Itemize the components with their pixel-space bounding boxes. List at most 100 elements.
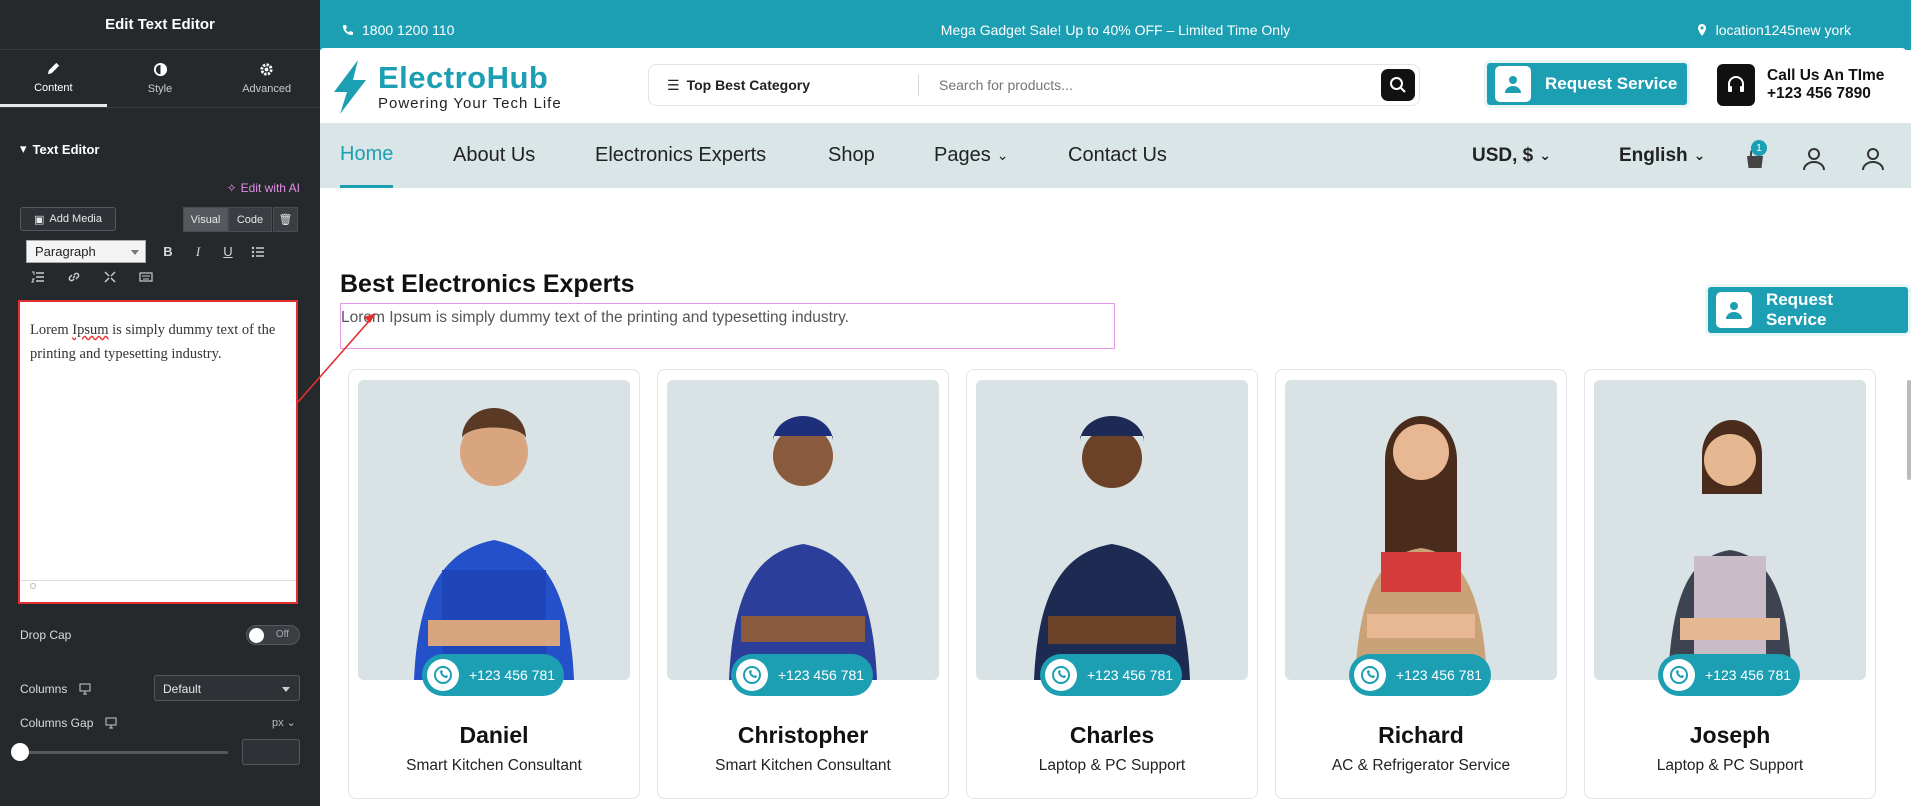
logo-brand: ElectroHub [378, 59, 549, 95]
columns-select[interactable]: Default [154, 675, 300, 701]
call-line-2: +123 456 7890 [1767, 85, 1871, 102]
language-select[interactable]: English ⌄ [1619, 123, 1705, 188]
desktop-icon[interactable] [105, 717, 117, 729]
call-info[interactable]: Call Us An TIme +123 456 7890 [1717, 64, 1884, 106]
category-label: Top Best Category [686, 77, 810, 93]
topbar-location: location1245new york [1696, 22, 1851, 38]
request-service-label: Request Service [1545, 74, 1678, 93]
lightning-icon [334, 60, 366, 114]
nav-shop[interactable]: Shop [828, 123, 875, 188]
caret-down-icon: ▾ [20, 141, 27, 156]
bold-icon[interactable]: B [160, 244, 176, 260]
account-icon[interactable] [1860, 146, 1886, 172]
nav-contact-us[interactable]: Contact Us [1068, 123, 1167, 188]
main-nav: Home About Us Electronics Experts Shop P… [320, 123, 1911, 188]
expert-card[interactable]: +123 456 781 Daniel Smart Kitchen Consul… [348, 369, 640, 799]
pencil-icon [47, 62, 59, 74]
expert-role: Laptop & PC Support [1038, 757, 1186, 774]
expert-phone: +123 456 781 [469, 667, 556, 683]
site-header: ElectroHub Powering Your Tech Life ☰ Top… [320, 48, 1906, 123]
trash-icon[interactable]: 🗑 [273, 207, 298, 232]
expert-role: Smart Kitchen Consultant [715, 757, 891, 774]
page-scrollbar[interactable] [1907, 380, 1911, 480]
expert-role: Laptop & PC Support [1656, 757, 1804, 774]
top-bar: 1800 1200 110 Mega Gadget Sale! Up to 40… [320, 0, 1911, 50]
text-editor-area[interactable]: Lorem Ipsum is simply dummy text of the … [18, 300, 298, 604]
request-service-label: Request Service [1765, 290, 1834, 329]
search-input[interactable] [919, 77, 1381, 93]
format-select[interactable]: Paragraph [26, 240, 146, 263]
expert-card[interactable]: +123 456 781 Christopher Smart Kitchen C… [657, 369, 949, 799]
call-line-1: Call Us An TIme [1767, 67, 1885, 84]
keyboard-icon[interactable] [138, 269, 154, 285]
drop-cap-label: Drop Cap [20, 628, 72, 642]
code-tab[interactable]: Code [228, 207, 272, 232]
user-icon [1716, 292, 1752, 328]
slider-handle[interactable] [11, 743, 29, 761]
contrast-icon [153, 62, 167, 77]
columns-gap-label: Columns Gap [20, 716, 94, 730]
request-service-button[interactable]: Request Service [1484, 60, 1691, 108]
nav-home[interactable]: Home [340, 123, 394, 188]
edit-with-ai-link[interactable]: ✧ Edit with AI [227, 181, 300, 195]
section-description[interactable]: Lorem Ipsum is simply dummy text of the … [340, 303, 1115, 349]
whatsapp-button[interactable]: +123 456 781 [1658, 654, 1800, 696]
whatsapp-icon [1354, 659, 1386, 691]
expert-photo [1285, 380, 1557, 680]
add-media-button[interactable]: ▣ Add Media [20, 207, 116, 231]
panel-tabs: Content Style Advanced [0, 50, 320, 108]
expert-photo [976, 380, 1248, 680]
drop-cap-toggle[interactable]: Off [246, 625, 300, 645]
topbar-location-text: location1245new york [1715, 22, 1851, 38]
unit-select[interactable]: px ⌄ [272, 716, 296, 729]
chevron-down-icon: ⌄ [996, 147, 1009, 163]
columns-gap-input[interactable] [242, 739, 300, 765]
whatsapp-button[interactable]: +123 456 781 [422, 654, 564, 696]
whatsapp-button[interactable]: +123 456 781 [1349, 654, 1491, 696]
whatsapp-icon [1663, 659, 1695, 691]
expert-card[interactable]: +123 456 781 Charles Laptop & PC Support [966, 369, 1258, 799]
tab-content[interactable]: Content [0, 50, 107, 107]
bullet-list-icon[interactable] [250, 244, 266, 260]
expert-phone: +123 456 781 [778, 667, 865, 683]
tab-style[interactable]: Style [107, 50, 214, 107]
search-icon [1390, 77, 1406, 93]
nav-pages[interactable]: Pages ⌄ [934, 123, 1008, 188]
whatsapp-button[interactable]: +123 456 781 [731, 654, 873, 696]
nav-about-us[interactable]: About Us [453, 123, 535, 188]
user-icon[interactable] [1801, 146, 1827, 172]
expert-card[interactable]: +123 456 781 Richard AC & Refrigerator S… [1275, 369, 1567, 799]
location-pin-icon [1697, 24, 1706, 36]
expert-phone: +123 456 781 [1705, 667, 1792, 683]
italic-icon[interactable]: I [190, 244, 206, 260]
section-toggle-text-editor[interactable]: ▾ Text Editor [20, 141, 99, 157]
expert-name: Christopher [737, 722, 869, 748]
nav-electronics-experts[interactable]: Electronics Experts [595, 123, 766, 188]
desktop-icon[interactable] [79, 683, 91, 695]
expert-name: Joseph [1689, 722, 1771, 748]
whatsapp-button[interactable]: +123 456 781 [1040, 654, 1182, 696]
tab-advanced[interactable]: Advanced [213, 50, 320, 107]
link-icon[interactable] [66, 269, 82, 285]
fullscreen-icon[interactable] [102, 269, 118, 285]
columns-gap-slider[interactable] [20, 751, 228, 754]
category-dropdown[interactable]: ☰ Top Best Category [649, 74, 919, 96]
tab-advanced-label: Advanced [242, 83, 292, 95]
tab-content-label: Content [34, 81, 73, 94]
expert-photo [667, 380, 939, 680]
editor-word-2: Ipsum [72, 322, 109, 338]
logo[interactable]: ElectroHub Powering Your Tech Life [328, 58, 562, 116]
whatsapp-icon [736, 659, 768, 691]
underline-icon[interactable]: U [220, 244, 236, 260]
numbered-list-icon[interactable] [30, 269, 46, 285]
site-preview: 1800 1200 110 Mega Gadget Sale! Up to 40… [320, 0, 1911, 806]
expert-card[interactable]: +123 456 781 Joseph Laptop & PC Support [1584, 369, 1876, 799]
visual-tab[interactable]: Visual [183, 207, 228, 232]
expert-phone: +123 456 781 [1087, 667, 1174, 683]
sparkle-icon: ✧ [226, 181, 237, 195]
headset-icon [1717, 64, 1755, 106]
user-icon [1495, 66, 1531, 102]
currency-select[interactable]: USD, $ ⌄ [1472, 123, 1551, 188]
request-service-button-section[interactable]: Request Service [1705, 284, 1911, 336]
search-button[interactable] [1381, 69, 1415, 101]
